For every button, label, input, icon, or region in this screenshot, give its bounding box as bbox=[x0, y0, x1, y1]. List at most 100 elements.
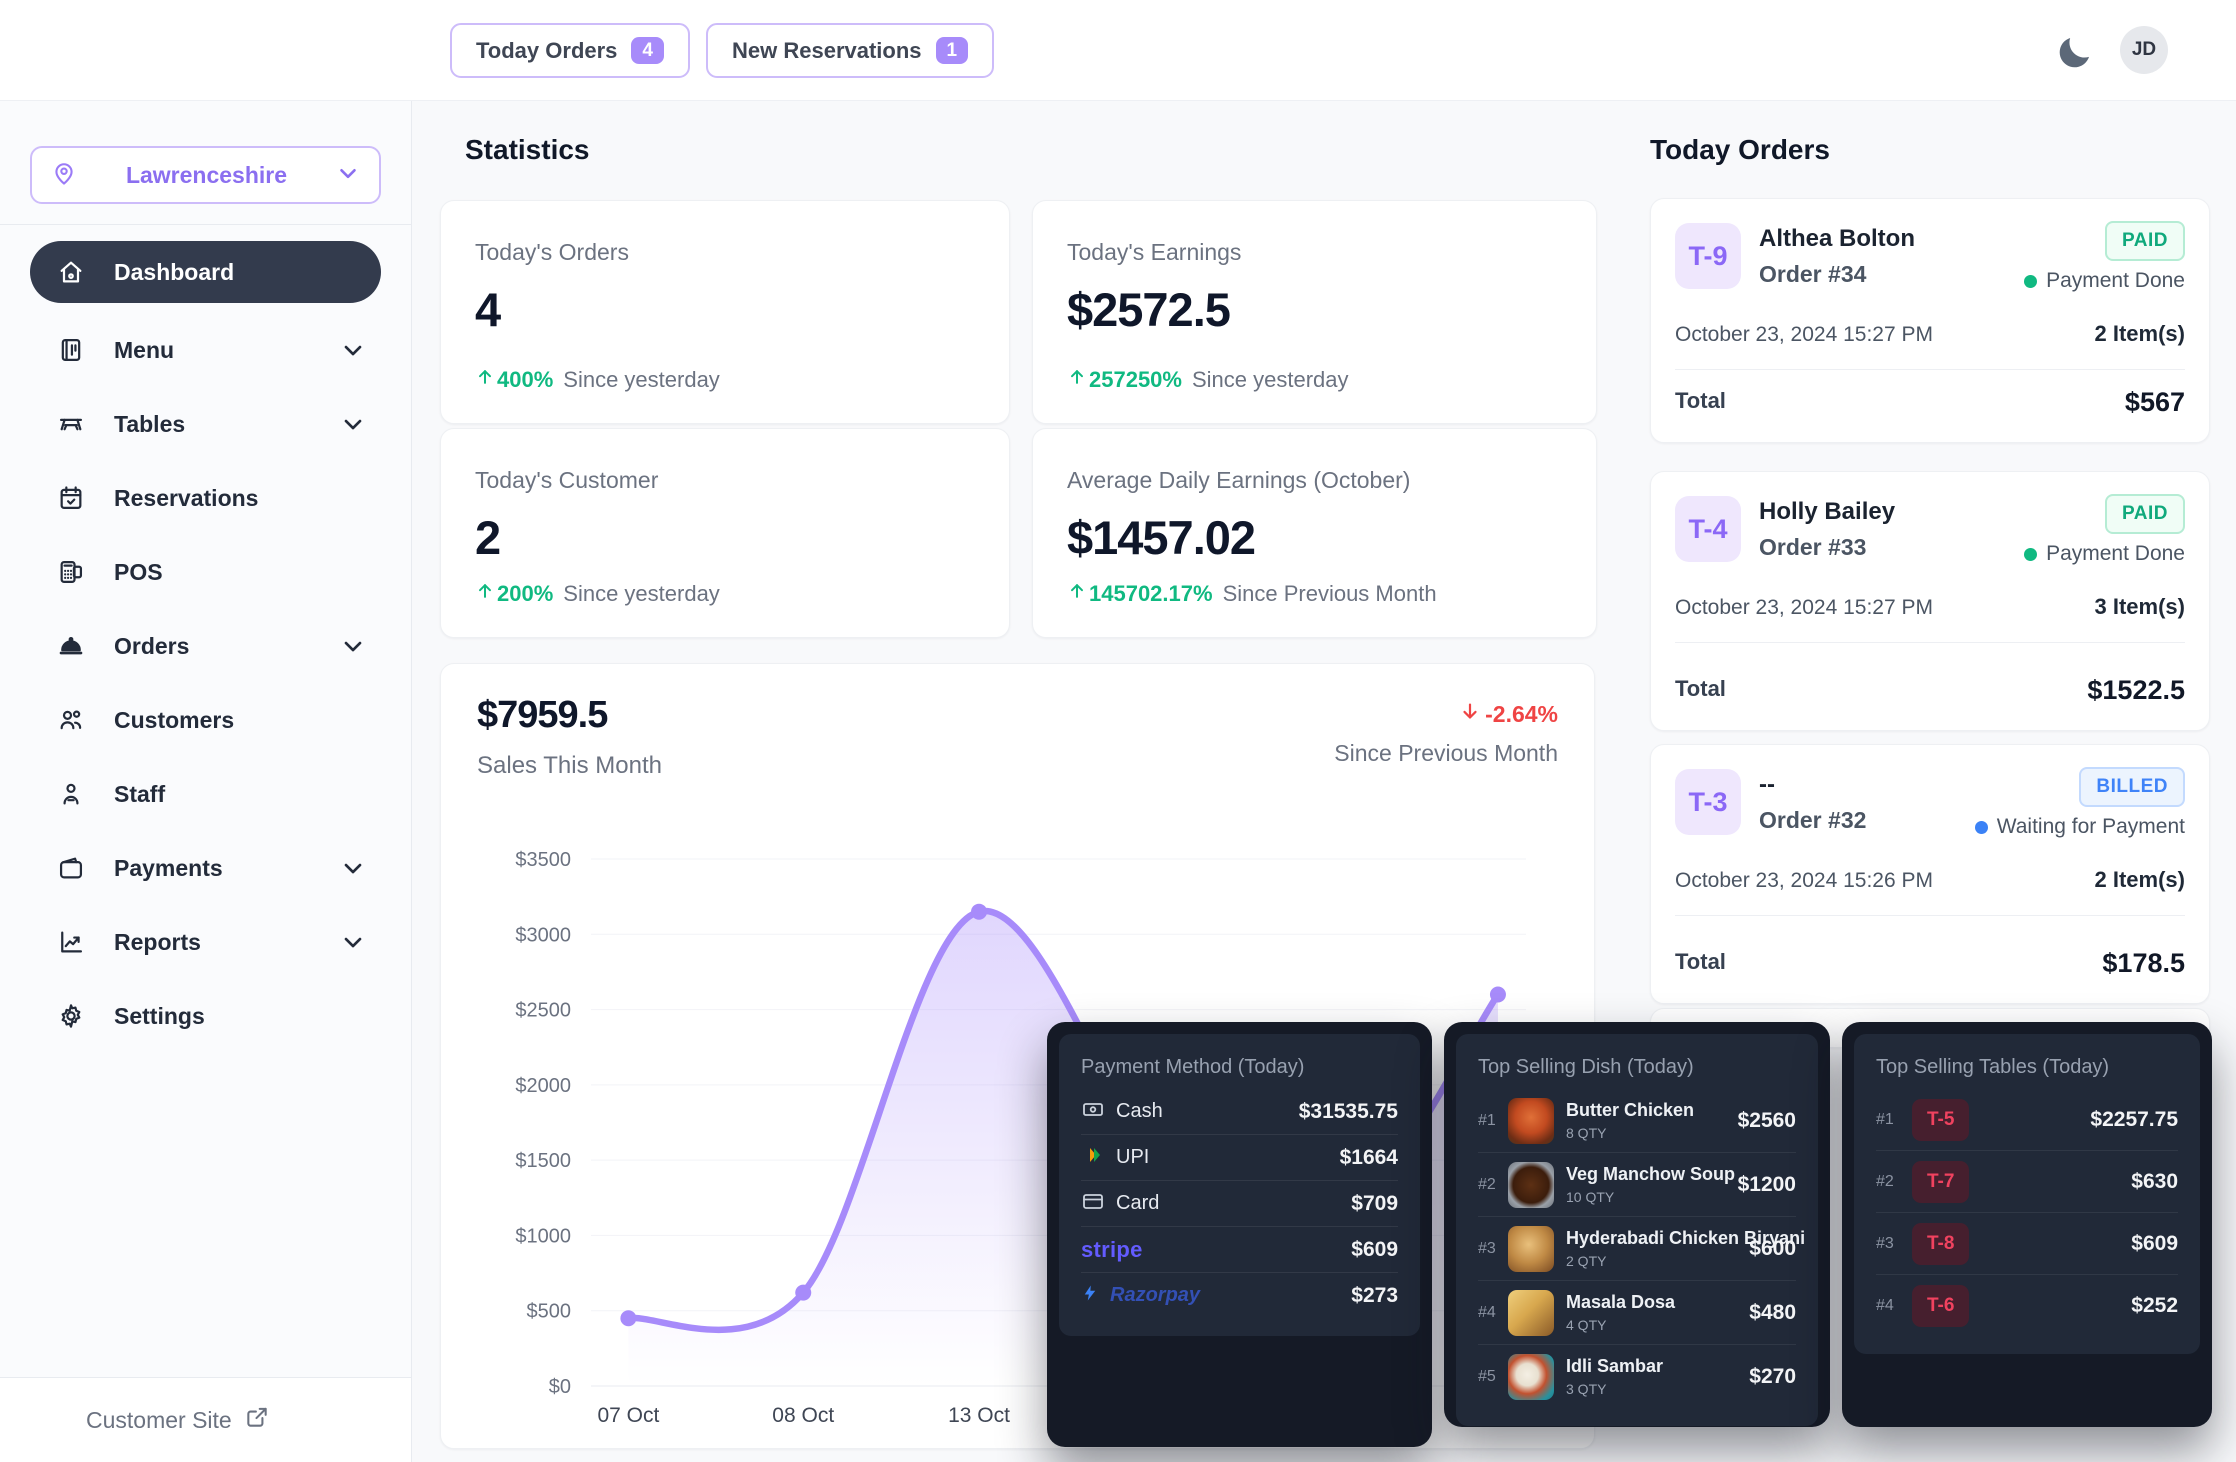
order-number: Order #33 bbox=[1759, 534, 1866, 561]
cloche-icon bbox=[56, 631, 86, 661]
stripe-logo: stripe bbox=[1081, 1237, 1143, 1263]
today-orders-title: Today Orders bbox=[1650, 134, 1830, 166]
payment-status: Waiting for Payment bbox=[1975, 815, 2185, 839]
svg-text:$500: $500 bbox=[527, 1301, 572, 1323]
stat-delta-pct: 257250% bbox=[1089, 367, 1182, 393]
today-orders-button[interactable]: Today Orders 4 bbox=[450, 23, 690, 78]
panel-title: Top Selling Tables (Today) bbox=[1876, 1056, 2178, 1079]
payment-amount: $273 bbox=[1351, 1284, 1398, 1308]
sidebar-item-customers[interactable]: Customers bbox=[30, 683, 381, 757]
dish-amount: $2560 bbox=[1738, 1109, 1796, 1133]
payment-method-label: Cash bbox=[1116, 1100, 1163, 1123]
sidebar: Lawrenceshire Dashboard Menu bbox=[0, 100, 412, 1462]
sidebar-item-reservations[interactable]: Reservations bbox=[30, 461, 381, 535]
down-arrow-icon bbox=[1459, 700, 1481, 728]
razorpay-bolt-icon bbox=[1081, 1284, 1099, 1308]
sidebar-item-label: Tables bbox=[114, 411, 339, 438]
svg-text:$2000: $2000 bbox=[515, 1075, 571, 1097]
avatar[interactable]: JD bbox=[2120, 26, 2168, 74]
order-card[interactable]: T-3 -- Order #32 BILLED Waiting for Paym… bbox=[1650, 744, 2210, 1004]
pos-terminal-icon bbox=[56, 557, 86, 587]
sidebar-item-tables[interactable]: Tables bbox=[30, 387, 381, 461]
sales-change-pct: -2.64% bbox=[1485, 701, 1558, 728]
table-badge: T-6 bbox=[1912, 1285, 1969, 1327]
top-selling-dish-panel-inner: Top Selling Dish (Today) #1 Butter Chick… bbox=[1456, 1034, 1818, 1426]
dish-name: Idli Sambar bbox=[1566, 1356, 1749, 1377]
sidebar-divider bbox=[0, 224, 411, 225]
order-datetime: October 23, 2024 15:26 PM bbox=[1675, 869, 1933, 893]
customer-name: Holly Bailey bbox=[1759, 498, 1895, 526]
sales-change-note: Since Previous Month bbox=[1334, 740, 1558, 767]
payment-row-card: Card $709 bbox=[1081, 1181, 1398, 1227]
sidebar-item-menu[interactable]: Menu bbox=[30, 313, 381, 387]
customer-name: Althea Bolton bbox=[1759, 225, 1915, 253]
dish-qty: 4 QTY bbox=[1566, 1317, 1749, 1333]
sales-subtitle: Sales This Month bbox=[477, 752, 662, 780]
today-orders-button-label: Today Orders bbox=[476, 38, 617, 64]
sidebar-item-reports[interactable]: Reports bbox=[30, 905, 381, 979]
wallet-icon bbox=[56, 853, 86, 883]
sidebar-item-staff[interactable]: Staff bbox=[30, 757, 381, 831]
sidebar-item-orders[interactable]: Orders bbox=[30, 609, 381, 683]
payment-status-label: Waiting for Payment bbox=[1997, 815, 2185, 839]
order-items-count: 3 Item(s) bbox=[2095, 594, 2185, 620]
dish-photo bbox=[1508, 1354, 1554, 1400]
svg-text:$1000: $1000 bbox=[515, 1225, 571, 1247]
payment-amount: $709 bbox=[1351, 1192, 1398, 1216]
dish-rank: #2 bbox=[1478, 1176, 1508, 1194]
sidebar-item-dashboard[interactable]: Dashboard bbox=[30, 241, 381, 303]
table-rank: #1 bbox=[1876, 1111, 1912, 1129]
customer-site-label: Customer Site bbox=[86, 1407, 232, 1434]
cash-icon bbox=[1081, 1097, 1105, 1127]
location-selector[interactable]: Lawrenceshire bbox=[30, 146, 381, 204]
dish-qty: 2 QTY bbox=[1566, 1253, 1749, 1269]
dish-amount: $1200 bbox=[1738, 1173, 1796, 1197]
total-label: Total bbox=[1675, 676, 1726, 702]
up-arrow-icon bbox=[475, 581, 495, 607]
payment-row-upi: UPI $1664 bbox=[1081, 1135, 1398, 1181]
stat-card-todays-customer: Today's Customer 2 200% Since yesterday bbox=[440, 428, 1010, 638]
order-number: Order #32 bbox=[1759, 807, 1866, 834]
table-row: #4 T-6 $252 bbox=[1876, 1275, 2178, 1336]
order-card[interactable]: T-4 Holly Bailey Order #33 PAID Payment … bbox=[1650, 471, 2210, 731]
dark-mode-toggle[interactable] bbox=[2052, 30, 2098, 76]
payment-amount: $1664 bbox=[1340, 1146, 1398, 1170]
stat-label: Average Daily Earnings (October) bbox=[1067, 467, 1562, 494]
new-reservations-button[interactable]: New Reservations 1 bbox=[706, 23, 994, 78]
stat-value: 4 bbox=[475, 282, 975, 337]
gear-icon bbox=[56, 1001, 86, 1031]
svg-text:$0: $0 bbox=[549, 1376, 571, 1398]
payment-status-dot bbox=[1975, 821, 1988, 834]
sidebar-item-settings[interactable]: Settings bbox=[30, 979, 381, 1053]
top-selling-tables-panel: Top Selling Tables (Today) #1 T-5 $2257.… bbox=[1842, 1022, 2212, 1427]
razorpay-logo: Razorpay bbox=[1110, 1284, 1200, 1307]
sidebar-item-payments[interactable]: Payments bbox=[30, 831, 381, 905]
sidebar-item-pos[interactable]: POS bbox=[30, 535, 381, 609]
up-arrow-icon bbox=[1067, 581, 1087, 607]
stat-value: 2 bbox=[475, 510, 975, 565]
dish-rank: #3 bbox=[1478, 1240, 1508, 1258]
sidebar-item-label: Menu bbox=[114, 337, 339, 364]
top-selling-tables-panel-inner: Top Selling Tables (Today) #1 T-5 $2257.… bbox=[1854, 1034, 2200, 1354]
table-amount: $252 bbox=[2131, 1294, 2178, 1318]
chevron-down-icon bbox=[339, 410, 367, 438]
table-badge: T-5 bbox=[1912, 1099, 1969, 1141]
sales-total: $7959.5 bbox=[477, 694, 607, 737]
sidebar-item-label: Reports bbox=[114, 929, 339, 956]
external-link-icon bbox=[244, 1404, 270, 1436]
up-arrow-icon bbox=[475, 367, 495, 393]
table-rank: #4 bbox=[1876, 1297, 1912, 1315]
order-card[interactable]: T-9 Althea Bolton Order #34 PAID Payment… bbox=[1650, 198, 2210, 443]
dish-name: Butter Chicken bbox=[1566, 1100, 1738, 1121]
sidebar-item-label: POS bbox=[114, 559, 367, 586]
divider bbox=[1675, 915, 2185, 916]
stat-card-average-daily-earnings: Average Daily Earnings (October) $1457.0… bbox=[1032, 428, 1597, 638]
dish-photo bbox=[1508, 1162, 1554, 1208]
stat-value: $1457.02 bbox=[1067, 510, 1562, 565]
chevron-down-icon bbox=[339, 928, 367, 956]
payment-amount: $31535.75 bbox=[1299, 1100, 1398, 1124]
stat-label: Today's Customer bbox=[475, 467, 975, 494]
customer-site-link[interactable]: Customer Site bbox=[0, 1377, 411, 1462]
svg-text:08 Oct: 08 Oct bbox=[772, 1404, 834, 1427]
new-reservations-button-label: New Reservations bbox=[732, 38, 922, 64]
